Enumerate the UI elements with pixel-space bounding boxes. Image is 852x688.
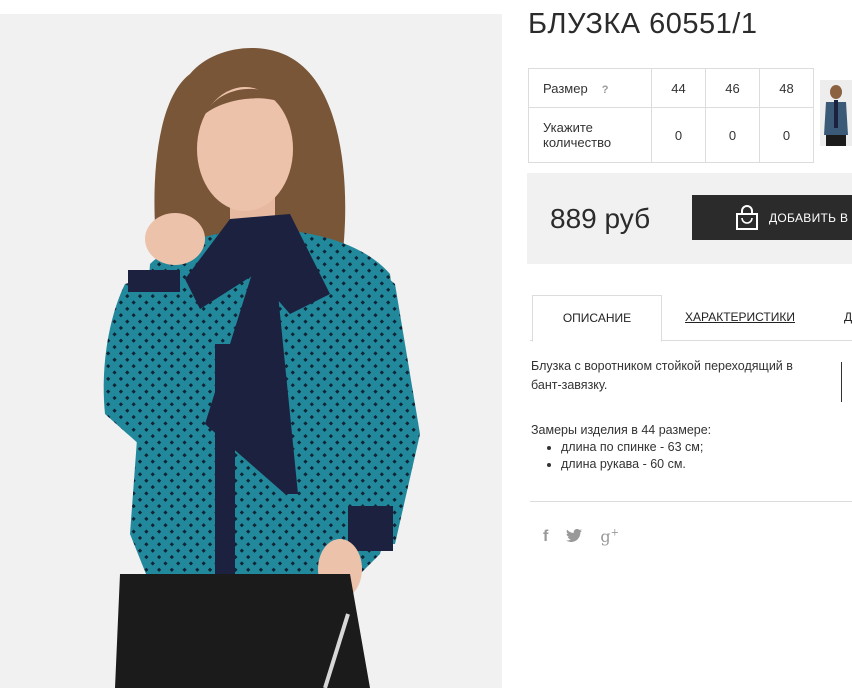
divider <box>530 501 852 502</box>
measurements: Замеры изделия в 44 размере: длина по сп… <box>531 422 711 473</box>
product-photo[interactable] <box>0 14 502 688</box>
tab-delivery[interactable]: Д <box>844 295 852 339</box>
quantity-input-48[interactable]: 0 <box>759 107 814 163</box>
tab-description[interactable]: ОПИСАНИЕ <box>532 295 662 342</box>
quantity-input-44[interactable]: 0 <box>651 107 706 163</box>
quantity-label: Укажите количество <box>528 107 652 163</box>
size-48: 48 <box>759 68 814 108</box>
add-to-cart-button[interactable]: ДОБАВИТЬ В <box>692 195 852 240</box>
product-thumbnail[interactable] <box>820 80 852 146</box>
google-plus-icon[interactable]: g+ <box>600 527 619 546</box>
product-title: БЛУЗКА 60551/1 <box>528 8 758 40</box>
add-to-cart-label: ДОБАВИТЬ В <box>769 210 849 225</box>
list-item: длина по спинке - 63 см; <box>561 439 711 456</box>
social-share: f g+ <box>543 527 619 546</box>
size-label: Размер <box>543 80 588 96</box>
size-44: 44 <box>651 68 706 108</box>
shopping-bag-icon <box>735 204 759 231</box>
price: 889 руб <box>550 203 651 234</box>
description-text: Блузка с воротником стойкой переходящий … <box>531 359 793 392</box>
list-item: длина рукава - 60 см. <box>561 456 711 473</box>
scrollbar-line <box>841 362 842 402</box>
price-panel: 889 руб ДОБАВИТЬ В <box>527 173 852 264</box>
measure-title: Замеры изделия в 44 размере: <box>531 423 712 437</box>
size-label-cell: Размер? <box>528 68 652 108</box>
size-table: Размер? 44 46 48 Укажите количество 0 0 … <box>528 68 814 163</box>
measure-list: длина по спинке - 63 см; длина рукава - … <box>531 439 711 473</box>
size-help-icon[interactable]: ? <box>602 84 609 96</box>
facebook-icon[interactable]: f <box>543 528 548 546</box>
quantity-input-46[interactable]: 0 <box>705 107 760 163</box>
product-tabs: ОПИСАНИЕ ХАРАКТЕРИСТИКИ Д <box>530 295 852 342</box>
tab-characteristics[interactable]: ХАРАКТЕРИСТИКИ <box>685 295 795 339</box>
twitter-icon[interactable] <box>566 527 583 546</box>
size-46: 46 <box>705 68 760 108</box>
